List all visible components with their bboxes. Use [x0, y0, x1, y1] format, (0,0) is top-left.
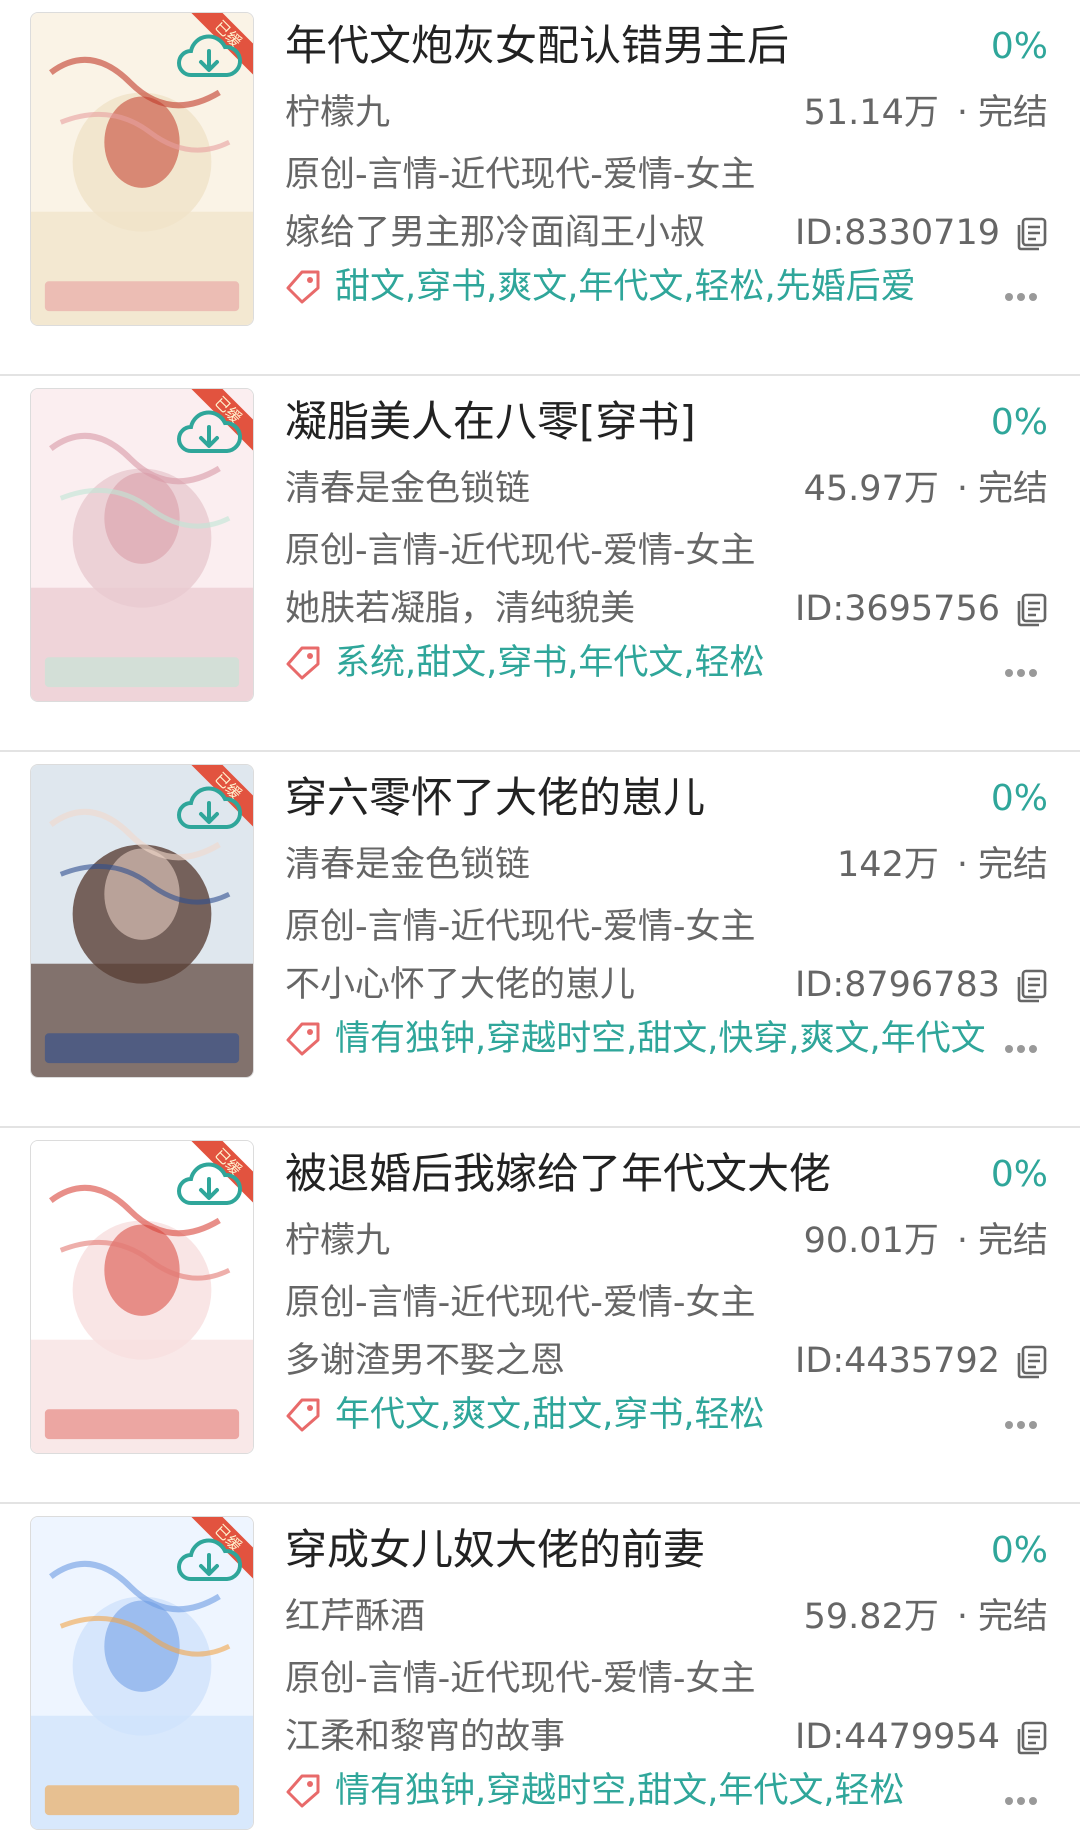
more-options-icon[interactable] — [1004, 1796, 1038, 1806]
book-summary: 多谢渣男不娶之恩 — [285, 1341, 566, 1381]
book-meta: 142万 · 完结 — [837, 842, 1048, 888]
book-id: ID:8796783 — [795, 965, 1000, 1005]
book-status: 完结 — [977, 845, 1048, 885]
book-cover[interactable]: 已缓 — [30, 1140, 254, 1454]
book-category: 原创-言情-近代现代-爱情-女主 — [285, 531, 756, 571]
book-title[interactable]: 被退婚后我嫁给了年代文大佬 — [285, 1148, 831, 1200]
book-cover[interactable]: 已缓 — [30, 388, 254, 702]
tag-icon — [286, 1774, 320, 1808]
book-summary: 她肤若凝脂，清纯貌美 — [285, 589, 636, 629]
book-title[interactable]: 凝脂美人在八零[穿书] — [285, 396, 696, 448]
book-author[interactable]: 红芹酥酒 — [285, 1594, 425, 1640]
copy-icon[interactable] — [1014, 592, 1050, 628]
book-meta: 59.82万 · 完结 — [804, 1594, 1048, 1640]
cloud-download-icon[interactable] — [173, 1157, 245, 1213]
tag-icon — [286, 646, 320, 680]
book-cover[interactable]: 已缓 — [30, 1516, 254, 1830]
book-id: ID:3695756 — [795, 589, 1000, 629]
book-meta: 90.01万 · 完结 — [804, 1218, 1048, 1264]
meta-separator: · — [956, 93, 968, 133]
tag-icon — [286, 1022, 320, 1056]
word-count: 59.82万 — [803, 1597, 939, 1637]
read-progress: 0% — [990, 1154, 1048, 1195]
book-tags: 情有独钟,穿越时空,甜文,快穿,爽文,年代文 — [335, 1019, 986, 1059]
book-status: 完结 — [977, 469, 1048, 509]
more-options-icon[interactable] — [1004, 292, 1038, 302]
book-cover[interactable]: 已缓 — [30, 12, 254, 326]
meta-separator: · — [956, 469, 968, 509]
read-progress: 0% — [990, 26, 1048, 67]
book-author[interactable]: 清春是金色锁链 — [285, 842, 530, 888]
book-item[interactable]: 已缓 被退婚后我嫁给了年代文大佬 0% 柠檬九 90.01万 · 完结 原创-言情-… — [0, 1128, 1080, 1504]
book-summary: 不小心怀了大佬的崽儿 — [285, 965, 636, 1005]
book-summary: 嫁给了男主那冷面阎王小叔 — [285, 213, 706, 253]
book-title[interactable]: 穿成女儿奴大佬的前妻 — [285, 1524, 705, 1576]
book-title[interactable]: 穿六零怀了大佬的崽儿 — [285, 772, 705, 824]
cloud-download-icon[interactable] — [173, 781, 245, 837]
word-count: 90.01万 — [803, 1221, 939, 1261]
book-tags: 系统,甜文,穿书,年代文,轻松 — [335, 643, 765, 683]
book-tags: 年代文,爽文,甜文,穿书,轻松 — [335, 1395, 765, 1435]
copy-icon[interactable] — [1014, 216, 1050, 252]
cloud-download-icon[interactable] — [173, 1533, 245, 1589]
cloud-download-icon[interactable] — [173, 405, 245, 461]
book-category: 原创-言情-近代现代-爱情-女主 — [285, 155, 756, 195]
book-category: 原创-言情-近代现代-爱情-女主 — [285, 1659, 756, 1699]
book-status: 完结 — [977, 93, 1048, 133]
meta-separator: · — [956, 1597, 968, 1637]
tag-icon — [286, 1398, 320, 1432]
word-count: 51.14万 — [803, 93, 939, 133]
more-options-icon[interactable] — [1004, 668, 1038, 678]
book-title[interactable]: 年代文炮灰女配认错男主后 — [285, 20, 789, 72]
read-progress: 0% — [990, 1530, 1048, 1571]
word-count: 142万 — [837, 845, 939, 885]
book-item[interactable]: 已缓 年代文炮灰女配认错男主后 0% 柠檬九 51.14万 · 完结 原创-言情-近… — [0, 0, 1080, 376]
book-meta: 51.14万 · 完结 — [804, 90, 1048, 136]
book-tags: 情有独钟,穿越时空,甜文,年代文,轻松 — [335, 1771, 905, 1811]
book-status: 完结 — [977, 1221, 1048, 1261]
book-author[interactable]: 柠檬九 — [285, 1218, 390, 1264]
copy-icon[interactable] — [1014, 1344, 1050, 1380]
book-category: 原创-言情-近代现代-爱情-女主 — [285, 907, 756, 947]
cloud-download-icon[interactable] — [173, 29, 245, 85]
copy-icon[interactable] — [1014, 968, 1050, 1004]
book-author[interactable]: 清春是金色锁链 — [285, 466, 530, 512]
book-item[interactable]: 已缓 穿成女儿奴大佬的前妻 0% 红芹酥酒 59.82万 · 完结 原创-言情-近代… — [0, 1504, 1080, 1848]
more-options-icon[interactable] — [1004, 1044, 1038, 1054]
book-id: ID:4435792 — [795, 1341, 1000, 1381]
more-options-icon[interactable] — [1004, 1420, 1038, 1430]
book-summary: 江柔和黎宵的故事 — [285, 1717, 566, 1757]
book-id: ID:8330719 — [795, 213, 1000, 253]
book-cover[interactable]: 已缓 — [30, 764, 254, 1078]
book-tags: 甜文,穿书,爽文,年代文,轻松,先婚后爱 — [335, 267, 916, 307]
book-list: 已缓 年代文炮灰女配认错男主后 0% 柠檬九 51.14万 · 完结 原创-言情-近… — [0, 0, 1080, 1848]
meta-separator: · — [956, 1221, 968, 1261]
copy-icon[interactable] — [1014, 1720, 1050, 1756]
read-progress: 0% — [990, 402, 1048, 443]
word-count: 45.97万 — [803, 469, 939, 509]
book-status: 完结 — [977, 1597, 1048, 1637]
book-item[interactable]: 已缓 穿六零怀了大佬的崽儿 0% 清春是金色锁链 142万 · 完结 原创-言情-近… — [0, 752, 1080, 1128]
meta-separator: · — [956, 845, 968, 885]
book-item[interactable]: 已缓 凝脂美人在八零[穿书] 0% 清春是金色锁链 45.97万 · 完结 原创-言… — [0, 376, 1080, 752]
book-meta: 45.97万 · 完结 — [804, 466, 1048, 512]
tag-icon — [286, 270, 320, 304]
book-category: 原创-言情-近代现代-爱情-女主 — [285, 1283, 756, 1323]
book-id: ID:4479954 — [795, 1717, 1000, 1757]
book-author[interactable]: 柠檬九 — [285, 90, 390, 136]
read-progress: 0% — [990, 778, 1048, 819]
